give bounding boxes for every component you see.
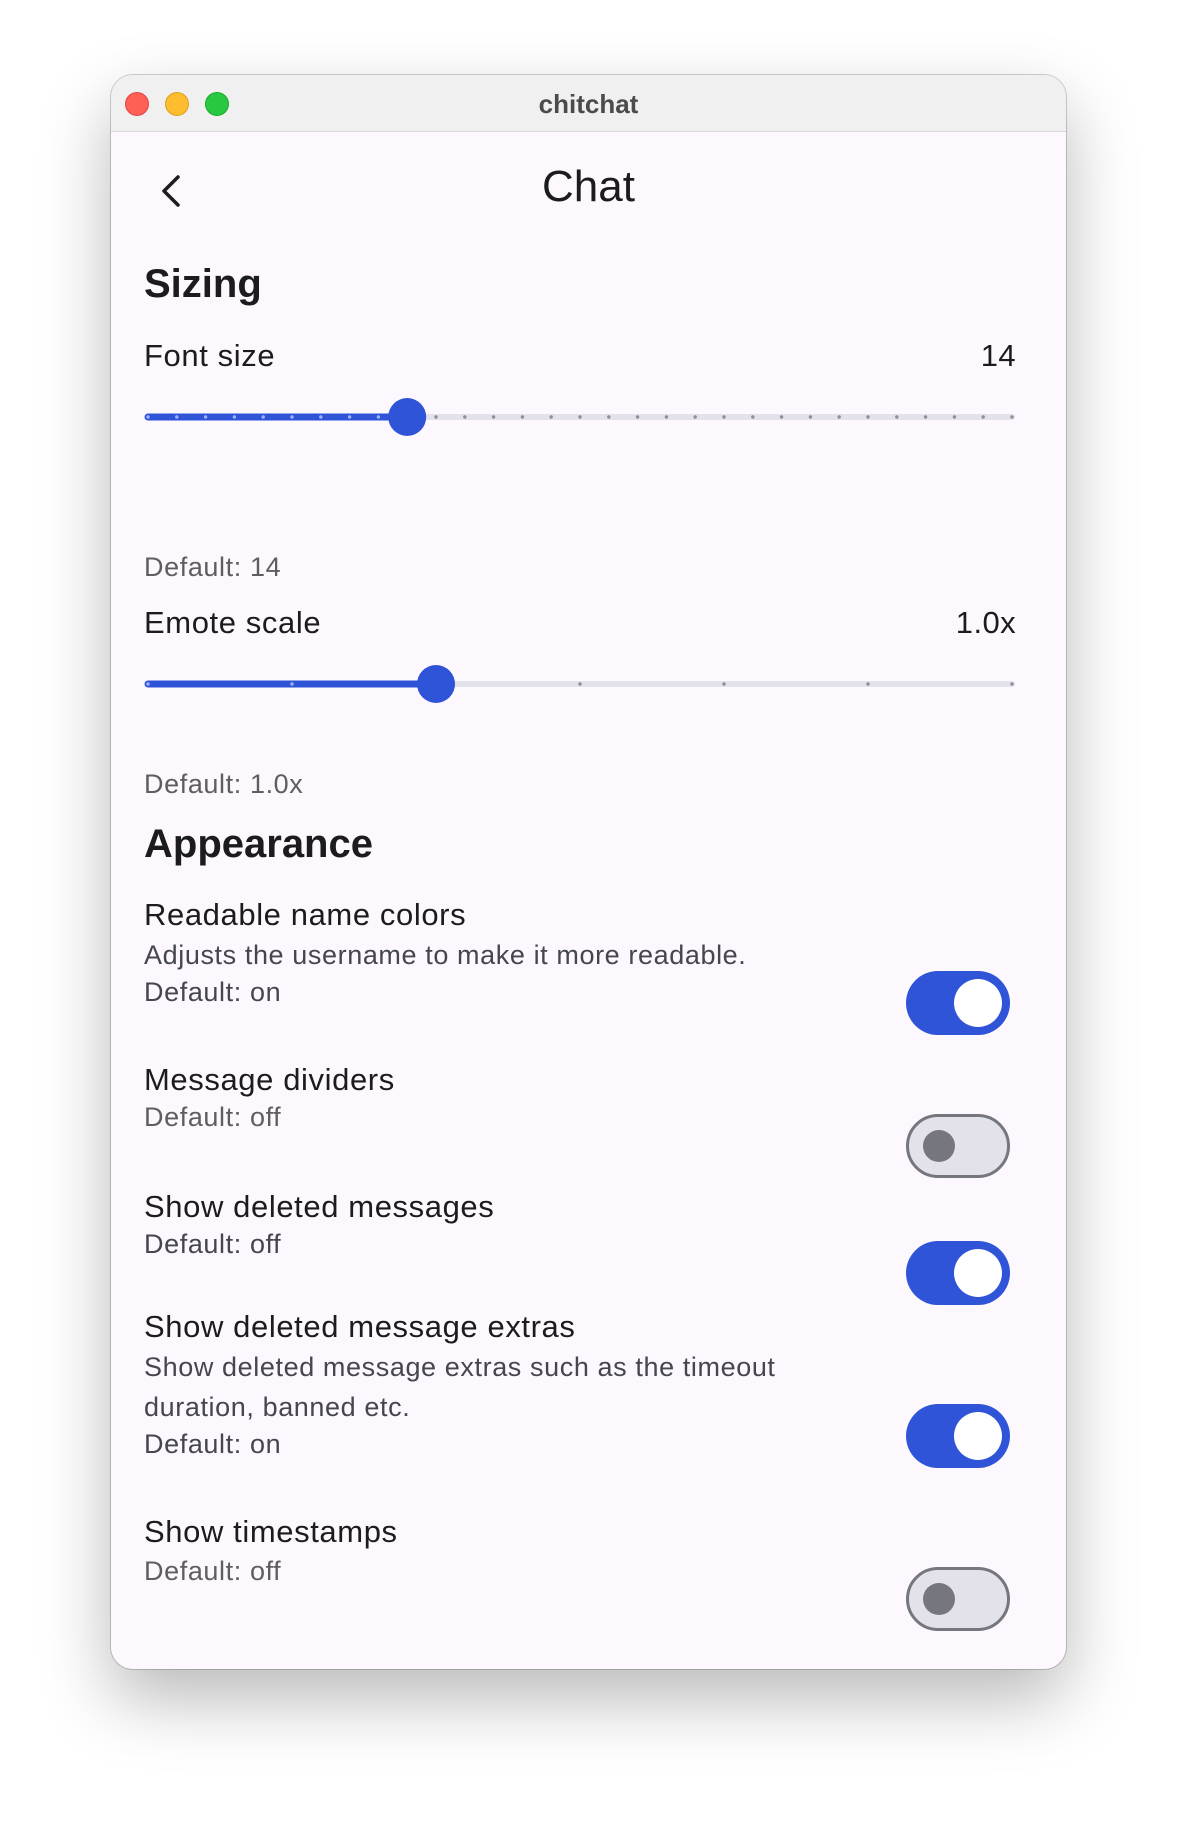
title-bar: chitchat	[111, 75, 1066, 132]
section-title-appearance: Appearance	[144, 822, 373, 866]
font-size-slider-tick-mark	[549, 415, 553, 419]
section-title-sizing: Sizing	[144, 262, 262, 306]
readable-name-colors-toggle[interactable]	[906, 971, 1010, 1035]
window-title: chitchat	[538, 89, 639, 119]
font-size-slider-tick-mark	[232, 415, 237, 419]
emote-scale-value: 1.0x	[955, 605, 1016, 640]
page-title: Chat	[542, 162, 635, 211]
font-size-default: Default: 14	[144, 552, 282, 582]
font-size-slider-tick-mark	[722, 415, 726, 419]
toggle-knob	[954, 979, 1002, 1027]
font-size-slider-tick-mark	[981, 415, 985, 419]
show-deleted-extras-description-line2: duration, banned etc.	[144, 1392, 411, 1422]
emote-scale-slider-tick-mark	[1010, 682, 1014, 686]
font-size-slider[interactable]	[144, 397, 1016, 437]
show-deleted-extras-label: Show deleted message extras	[144, 1309, 576, 1344]
emote-scale-slider-tick-mark	[578, 682, 582, 686]
font-size-slider-thumb[interactable]	[388, 398, 427, 436]
font-size-slider-tick-mark	[779, 415, 784, 419]
font-size-slider-tick-mark	[866, 415, 870, 419]
toggle-knob	[923, 1583, 955, 1615]
emote-scale-slider-tick-mark	[866, 682, 870, 686]
app-window: chitchat Chat Sizing Font size 14 Defaul…	[111, 75, 1066, 1669]
message-dividers-toggle[interactable]	[906, 1114, 1010, 1178]
emote-scale-slider-tick-mark	[290, 682, 294, 686]
show-deleted-extras-toggle[interactable]	[906, 1404, 1010, 1468]
font-size-slider-tick-mark	[751, 415, 755, 419]
font-size-slider-tick-mark	[347, 415, 352, 419]
readable-name-colors-description: Adjusts the username to make it more rea…	[144, 940, 747, 970]
font-size-slider-tick-mark	[895, 415, 899, 419]
show-deleted-messages-toggle[interactable]	[906, 1241, 1010, 1305]
font-size-slider-tick-mark	[635, 415, 640, 419]
font-size-slider-tick-mark	[923, 415, 928, 419]
toggle-knob	[954, 1249, 1002, 1297]
font-size-slider-tick-mark	[261, 415, 265, 419]
message-dividers-label: Message dividers	[144, 1062, 395, 1097]
font-size-slider-tick-mark	[290, 415, 294, 419]
font-size-slider-tick-mark	[837, 415, 841, 419]
font-size-value: 14	[980, 338, 1016, 373]
font-size-slider-tick-mark	[952, 415, 957, 419]
font-size-slider-tick-mark	[520, 415, 525, 419]
show-deleted-extras-description-line1: Show deleted message extras such as the …	[144, 1352, 776, 1382]
font-size-slider-tick-mark	[175, 415, 179, 419]
font-size-slider-tick-mark	[434, 415, 438, 419]
font-size-slider-tick-mark	[146, 415, 150, 419]
font-size-slider-tick-mark	[319, 415, 323, 419]
message-dividers-default: Default: off	[144, 1102, 282, 1132]
emote-scale-slider-tick-mark	[146, 682, 150, 686]
emote-scale-slider[interactable]	[144, 664, 1016, 704]
font-size-slider-tick-mark	[376, 415, 381, 419]
font-size-label: Font size	[144, 338, 276, 373]
font-size-slider-tick-mark	[607, 415, 611, 419]
toggle-knob	[954, 1412, 1002, 1460]
show-deleted-extras-default: Default: on	[144, 1429, 282, 1459]
readable-name-colors-default: Default: on	[144, 977, 282, 1007]
show-deleted-messages-default: Default: off	[144, 1229, 282, 1259]
font-size-slider-tick-mark	[808, 415, 813, 419]
font-size-slider-tick-mark	[578, 415, 582, 419]
show-timestamps-default: Default: off	[144, 1556, 282, 1586]
font-size-slider-tick-mark	[491, 415, 496, 419]
emote-scale-label: Emote scale	[144, 605, 322, 640]
toggle-knob	[923, 1130, 955, 1162]
show-timestamps-label: Show timestamps	[144, 1514, 398, 1549]
show-timestamps-toggle[interactable]	[906, 1567, 1010, 1631]
emote-scale-slider-tick-mark	[722, 682, 726, 686]
emote-scale-slider-thumb[interactable]	[417, 665, 455, 703]
emote-scale-default: Default: 1.0x	[144, 769, 304, 799]
readable-name-colors-label: Readable name colors	[144, 897, 467, 932]
font-size-slider-tick-mark	[693, 415, 697, 419]
settings-page: Chat Sizing Font size 14 Default: 14 Emo…	[111, 132, 1066, 1669]
show-deleted-messages-label: Show deleted messages	[144, 1189, 495, 1224]
font-size-slider-tick-mark	[203, 415, 208, 419]
font-size-slider-tick-mark	[463, 415, 467, 419]
font-size-slider-tick-mark	[664, 415, 669, 419]
font-size-slider-tick-mark	[1010, 415, 1014, 419]
